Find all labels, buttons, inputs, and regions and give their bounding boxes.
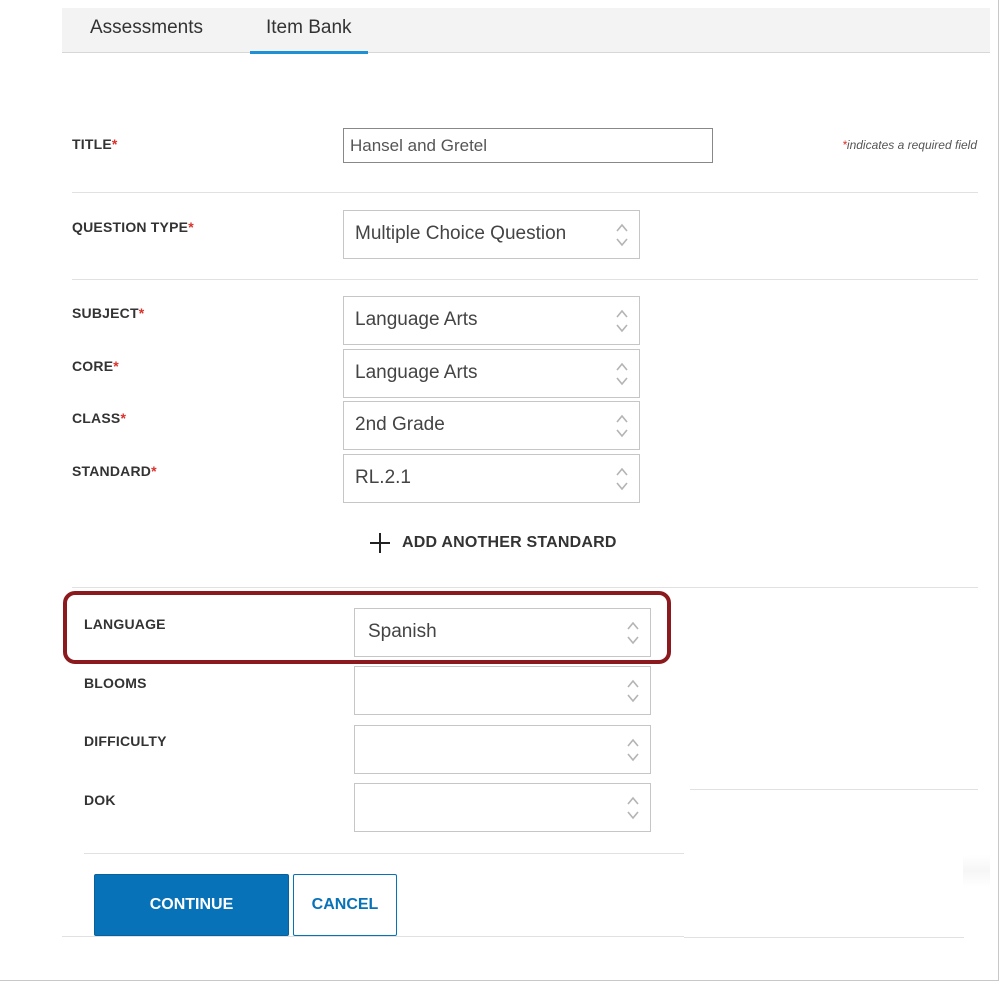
core-select[interactable]: Language Arts [343, 349, 640, 398]
blooms-select[interactable] [354, 666, 651, 715]
divider [72, 192, 978, 193]
divider [84, 853, 684, 854]
title-label: TITLE* [72, 136, 118, 152]
difficulty-select[interactable] [354, 725, 651, 774]
class-label: CLASS* [72, 410, 127, 426]
standard-value: RL.2.1 [355, 467, 411, 488]
divider [72, 279, 978, 280]
dok-select[interactable] [354, 783, 651, 832]
background-shadow [963, 855, 990, 887]
difficulty-label: DIFFICULTY [84, 733, 167, 749]
chevron-up-down-icon [616, 414, 628, 438]
question-type-select[interactable]: Multiple Choice Question [343, 210, 640, 259]
divider [72, 587, 978, 588]
dok-label: DOK [84, 792, 116, 808]
plus-icon [370, 533, 390, 553]
core-label: CORE* [72, 358, 119, 374]
tab-assessments[interactable]: Assessments [90, 8, 203, 53]
subject-value: Language Arts [355, 309, 478, 330]
chevron-up-down-icon [616, 362, 628, 386]
chevron-up-down-icon [627, 738, 639, 762]
subject-label: SUBJECT* [72, 305, 145, 321]
language-highlight-callout [63, 591, 671, 664]
title-input[interactable] [343, 128, 713, 163]
continue-button[interactable]: CONTINUE [94, 874, 289, 936]
divider [690, 789, 978, 790]
required-marker: * [111, 136, 118, 152]
class-select[interactable]: 2nd Grade [343, 401, 640, 450]
divider [62, 936, 684, 937]
core-value: Language Arts [355, 362, 478, 383]
chevron-up-down-icon [616, 309, 628, 333]
required-note: *indicates a required field [842, 138, 977, 152]
chevron-up-down-icon [627, 796, 639, 820]
chevron-up-down-icon [616, 467, 628, 491]
tab-item-bank[interactable]: Item Bank [250, 8, 368, 54]
standard-select[interactable]: RL.2.1 [343, 454, 640, 503]
divider [684, 937, 964, 938]
tab-bar: Assessments Item Bank [62, 8, 990, 54]
add-another-standard-label: ADD ANOTHER STANDARD [402, 534, 617, 551]
chevron-up-down-icon [627, 679, 639, 703]
add-another-standard-button[interactable]: ADD ANOTHER STANDARD [370, 530, 617, 556]
chevron-up-down-icon [616, 223, 628, 247]
question-type-label: QUESTION TYPE* [72, 219, 194, 235]
subject-select[interactable]: Language Arts [343, 296, 640, 345]
cancel-button[interactable]: CANCEL [293, 874, 397, 936]
class-value: 2nd Grade [355, 414, 445, 435]
standard-label: STANDARD* [72, 463, 157, 479]
blooms-label: BLOOMS [84, 675, 147, 691]
question-type-value: Multiple Choice Question [355, 223, 567, 244]
